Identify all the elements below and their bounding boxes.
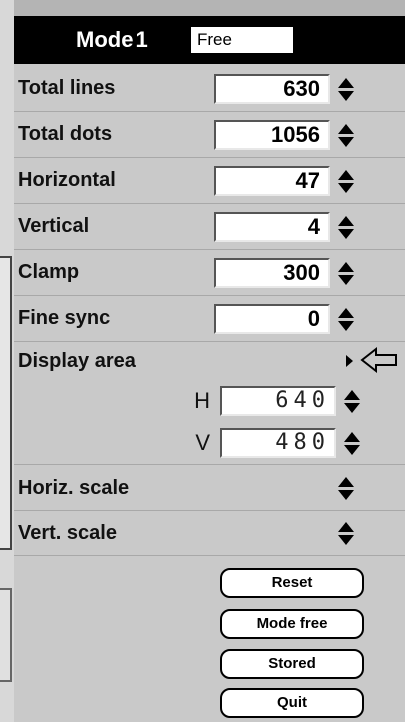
horizontal-spinner-icon[interactable] xyxy=(336,166,356,196)
total-dots-label: Total dots xyxy=(18,123,113,145)
mode-label: Mode1 xyxy=(76,27,148,52)
display-area-h-value[interactable]: 640 xyxy=(220,386,336,416)
horizontal-label: Horizontal xyxy=(18,169,116,191)
menu-title-strip xyxy=(14,0,405,16)
display-area-v-label: V xyxy=(195,430,210,455)
row-vert-scale: Vert. scale xyxy=(14,511,405,556)
total-lines-value[interactable]: 630 xyxy=(214,73,330,104)
background-panel xyxy=(0,588,12,682)
row-fine-sync: Fine sync 0 xyxy=(14,296,405,342)
fine-sync-label: Fine sync xyxy=(18,307,111,329)
display-area-v-row: V 480 xyxy=(14,422,405,465)
display-area-h-label: H xyxy=(194,388,210,413)
mode-number: 1 xyxy=(135,27,148,52)
vertical-spinner-icon[interactable] xyxy=(336,212,356,242)
total-dots-spinner-icon[interactable] xyxy=(336,120,356,150)
horiz-scale-label: Horiz. scale xyxy=(18,476,130,499)
row-total-dots: Total dots 1056 xyxy=(14,112,405,158)
display-area-v-value[interactable]: 480 xyxy=(220,428,336,458)
pc-adjust-menu: Mode1 Free Total lines 630 Total dots 10… xyxy=(14,0,405,722)
quit-button[interactable]: Quit xyxy=(220,688,364,718)
stored-button[interactable]: Stored xyxy=(220,649,364,679)
vert-scale-label: Vert. scale xyxy=(18,521,117,544)
row-horiz-scale: Horiz. scale xyxy=(14,466,405,511)
total-lines-label: Total lines xyxy=(18,77,116,99)
mode-header: Mode1 Free xyxy=(14,16,405,64)
mode-name-field[interactable]: Free xyxy=(191,27,293,53)
reset-button[interactable]: Reset xyxy=(220,568,364,598)
vert-scale-spinner-icon[interactable] xyxy=(336,518,356,548)
horiz-scale-spinner-icon[interactable] xyxy=(336,473,356,503)
display-area-label: Display area xyxy=(18,349,136,372)
display-area-v-spinner-icon[interactable] xyxy=(342,428,362,458)
clamp-spinner-icon[interactable] xyxy=(336,258,356,288)
mode-free-button[interactable]: Mode free xyxy=(220,609,364,639)
vertical-value[interactable]: 4 xyxy=(214,211,330,242)
background-window-edge xyxy=(0,0,14,722)
display-area-h-spinner-icon[interactable] xyxy=(342,386,362,416)
row-total-lines: Total lines 630 xyxy=(14,66,405,112)
total-dots-value[interactable]: 1056 xyxy=(214,119,330,150)
expand-arrow-icon[interactable] xyxy=(346,355,353,367)
background-panel xyxy=(0,256,12,550)
row-horizontal: Horizontal 47 xyxy=(14,158,405,204)
fine-sync-value[interactable]: 0 xyxy=(214,303,330,334)
display-area-h-row: H 640 xyxy=(14,380,405,422)
clamp-value[interactable]: 300 xyxy=(214,257,330,288)
pointer-arrow-icon xyxy=(360,346,397,374)
fine-sync-spinner-icon[interactable] xyxy=(336,304,356,334)
clamp-label: Clamp xyxy=(18,261,80,283)
total-lines-spinner-icon[interactable] xyxy=(336,74,356,104)
horizontal-value[interactable]: 47 xyxy=(214,165,330,196)
row-vertical: Vertical 4 xyxy=(14,204,405,250)
vertical-label: Vertical xyxy=(18,215,90,237)
row-clamp: Clamp 300 xyxy=(14,250,405,296)
